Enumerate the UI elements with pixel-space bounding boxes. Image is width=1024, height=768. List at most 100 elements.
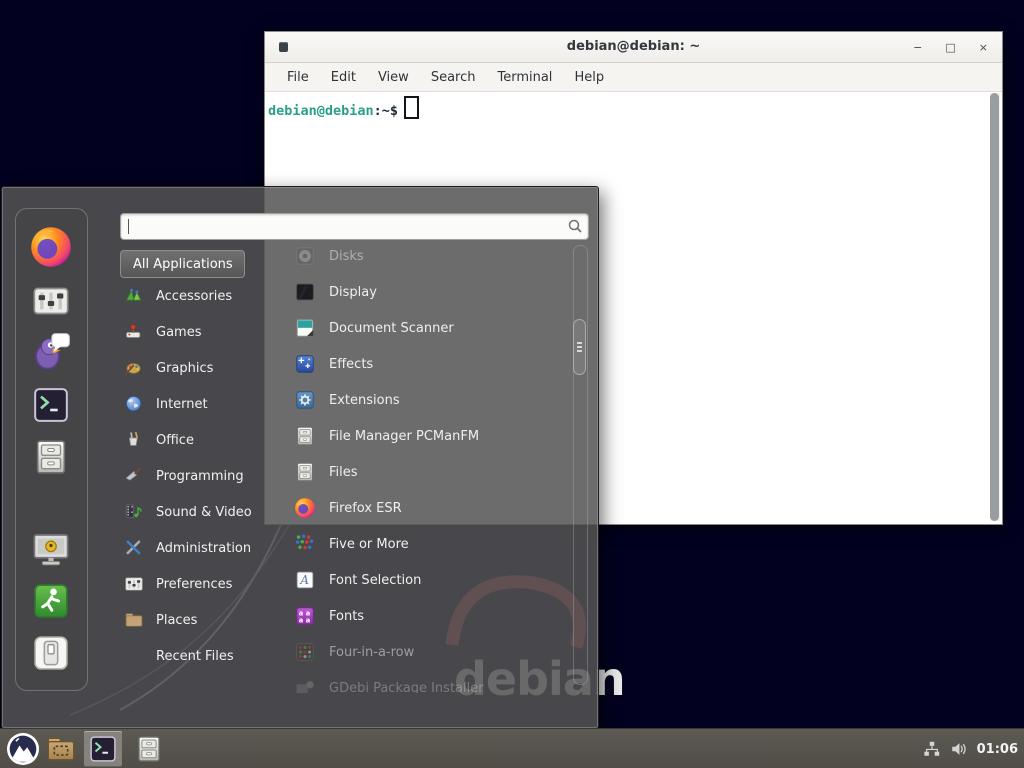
prompt-suffix: :~$	[374, 103, 398, 119]
taskbar: 01:06	[0, 728, 1024, 768]
fonts-icon: a a a a	[294, 605, 316, 627]
favorite-firefox[interactable]	[29, 225, 73, 269]
firefox-icon	[29, 225, 73, 269]
no-icon-spacer	[124, 646, 144, 666]
programming-icon	[124, 466, 144, 486]
app-item-firefox-esr[interactable]: Firefox ESR	[294, 490, 564, 526]
terminal-menubar: File Edit View Search Terminal Help	[265, 63, 1002, 92]
file-manager-launcher[interactable]	[134, 734, 164, 764]
category-programming[interactable]: Programming	[124, 458, 274, 494]
app-item-effects[interactable]: Effects	[294, 346, 564, 382]
category-internet[interactable]: Internet	[124, 386, 274, 422]
four-in-a-row-icon	[294, 641, 316, 663]
preferences-icon	[124, 574, 144, 594]
menu-terminal[interactable]: Terminal	[486, 70, 563, 85]
app-list-scrollbar-track[interactable]	[573, 245, 588, 685]
application-menu: All Applications Accessories Games	[1, 186, 599, 729]
menu-help[interactable]: Help	[563, 70, 615, 85]
lock-screen-icon	[30, 528, 72, 570]
app-list-scrollbar-thumb[interactable]	[573, 319, 586, 375]
graphics-icon	[124, 358, 144, 378]
volume-icon[interactable]	[950, 740, 968, 758]
screen: debian debian@debian: ~ − □ × File Edit …	[0, 0, 1024, 768]
all-applications-button[interactable]: All Applications	[120, 250, 245, 278]
svg-text:A: A	[299, 573, 309, 587]
menu-view[interactable]: View	[367, 70, 420, 85]
category-places[interactable]: Places	[124, 602, 274, 638]
app-item-fonts[interactable]: a a a a Fonts	[294, 598, 564, 634]
app-item-display[interactable]: Display	[294, 274, 564, 310]
file-cabinet-icon	[134, 734, 164, 764]
terminal-scrollbar[interactable]	[990, 93, 1000, 521]
network-icon[interactable]	[923, 740, 941, 758]
internet-icon	[124, 394, 144, 414]
application-list: Disks Display Document Scanner	[294, 238, 564, 693]
desktop-folder-icon	[45, 733, 77, 765]
app-item-four-in-a-row[interactable]: Four-in-a-row	[294, 634, 564, 670]
magnifier-icon	[567, 218, 583, 234]
menu-logo-icon	[6, 732, 40, 766]
terminal-cursor	[404, 96, 419, 119]
favorite-terminal[interactable]	[29, 383, 73, 427]
app-item-files[interactable]: Files	[294, 454, 564, 490]
logout-icon	[31, 581, 71, 621]
favorite-pidgin[interactable]	[29, 330, 73, 374]
shutdown-icon	[31, 633, 71, 673]
menu-edit[interactable]: Edit	[320, 70, 367, 85]
category-recent-files[interactable]: Recent Files	[124, 638, 274, 674]
menu-button[interactable]	[6, 732, 40, 766]
terminal-icon	[88, 734, 118, 764]
category-sound-video[interactable]: Sound & Video	[124, 494, 274, 530]
menu-file[interactable]: File	[276, 70, 320, 85]
app-item-gdebi-package-installer[interactable]: GDebi Package Installer	[294, 670, 564, 693]
file-cabinet-icon	[294, 461, 316, 483]
category-accessories[interactable]: Accessories	[124, 278, 274, 314]
maximize-button[interactable]: □	[945, 42, 955, 53]
office-icon	[124, 430, 144, 450]
control-center-icon	[31, 281, 71, 321]
terminal-scrollbar-thumb[interactable]	[990, 93, 999, 521]
five-or-more-icon	[294, 533, 316, 555]
favorite-control-center[interactable]	[29, 279, 73, 323]
logout-button[interactable]	[29, 579, 73, 623]
font-selection-icon: A	[294, 569, 316, 591]
firefox-icon	[294, 497, 316, 519]
pidgin-icon	[30, 331, 72, 373]
clock[interactable]: 01:06	[977, 742, 1018, 757]
app-item-font-selection[interactable]: A Font Selection	[294, 562, 564, 598]
shutdown-button[interactable]	[29, 631, 73, 675]
effects-icon	[294, 353, 316, 375]
category-preferences[interactable]: Preferences	[124, 566, 274, 602]
favorite-file-manager[interactable]	[29, 435, 73, 479]
gdebi-icon	[294, 677, 316, 693]
places-icon	[124, 610, 144, 630]
file-cabinet-icon	[31, 437, 71, 477]
category-list: Accessories Games Graphics	[124, 278, 274, 674]
desktop-folder-launcher[interactable]	[45, 733, 77, 765]
category-administration[interactable]: Administration	[124, 530, 274, 566]
display-icon	[294, 281, 316, 303]
terminal-task-button[interactable]	[84, 731, 122, 767]
app-item-disks[interactable]: Disks	[294, 238, 564, 274]
document-scanner-icon	[294, 317, 316, 339]
lock-screen-button[interactable]	[29, 527, 73, 571]
menu-search[interactable]: Search	[420, 70, 487, 85]
category-office[interactable]: Office	[124, 422, 274, 458]
administration-icon	[124, 538, 144, 558]
category-graphics[interactable]: Graphics	[124, 350, 274, 386]
svg-text:a a: a a	[299, 616, 311, 624]
file-cabinet-icon	[294, 425, 316, 447]
terminal-titlebar[interactable]: debian@debian: ~ − □ ×	[265, 32, 1002, 63]
text-caret	[128, 219, 129, 234]
app-item-extensions[interactable]: Extensions	[294, 382, 564, 418]
app-item-file-manager-pcmanfm[interactable]: File Manager PCManFM	[294, 418, 564, 454]
app-item-document-scanner[interactable]: Document Scanner	[294, 310, 564, 346]
shell-prompt: debian@debian:~$	[268, 96, 419, 119]
accessories-icon	[124, 286, 144, 306]
close-button[interactable]: ×	[979, 42, 988, 53]
category-games[interactable]: Games	[124, 314, 274, 350]
app-item-five-or-more[interactable]: Five or More	[294, 526, 564, 562]
minimize-button[interactable]: −	[913, 42, 922, 53]
search-input[interactable]	[127, 216, 557, 235]
terminal-icon	[31, 385, 71, 425]
